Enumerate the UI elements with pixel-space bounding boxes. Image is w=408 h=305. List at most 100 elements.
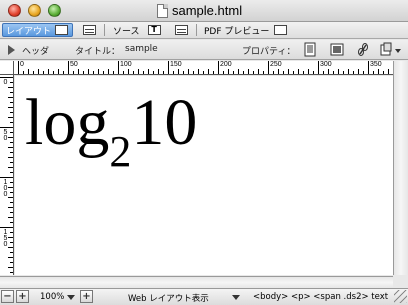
title-bar[interactable]: sample.html — [0, 0, 408, 22]
ruler-label: 200 — [220, 61, 232, 68]
zoom-button[interactable] — [48, 4, 61, 17]
ruler-tick — [203, 71, 204, 74]
ruler-tick — [88, 69, 89, 74]
ruler-tick — [8, 207, 13, 208]
ruler-tick — [163, 71, 164, 74]
link-chain-icon[interactable] — [356, 42, 370, 57]
horizontal-ruler: 0 50 100 150 200 250 300 350 — [14, 61, 408, 75]
ruler-corner — [0, 61, 14, 75]
page-properties-icon[interactable] — [303, 42, 317, 57]
zoom-dropdown-icon[interactable] — [67, 295, 75, 300]
layout-mode-label: レイアウト — [6, 26, 52, 37]
header-label[interactable]: ヘッダ — [22, 44, 49, 57]
ruler-tick — [333, 71, 334, 74]
ruler-tick — [10, 272, 13, 273]
ruler-tick — [318, 61, 319, 74]
properties-label: プロパティ： — [242, 47, 296, 57]
ruler-tick — [198, 69, 199, 74]
ruler-tick — [8, 97, 13, 98]
text-source-icon: T — [147, 25, 161, 35]
source-split-button[interactable] — [172, 23, 191, 37]
formula-subscript: 2 — [109, 127, 132, 176]
media-properties-icon[interactable] — [330, 42, 344, 57]
tag-path[interactable]: <body> <p> <span .ds2> text — [253, 292, 388, 302]
source-mode-tab[interactable]: ソース T — [110, 23, 164, 37]
ruler-tick — [263, 71, 264, 74]
ruler-tick — [33, 71, 34, 74]
ruler-tick — [123, 71, 124, 74]
ruler-tick — [223, 71, 224, 74]
disclosure-triangle-icon[interactable] — [8, 45, 15, 55]
ruler-tick — [0, 227, 13, 228]
ruler-label: 250 — [270, 61, 282, 68]
ruler-tick — [8, 157, 13, 158]
ruler-tick — [208, 69, 209, 74]
resize-grip[interactable] — [394, 290, 407, 303]
ruler-tick — [10, 122, 13, 123]
ruler-tick — [383, 71, 384, 74]
ruler-tick — [0, 77, 13, 78]
pdf-icon — [274, 25, 288, 35]
vertical-ruler: 0 50 100 150 — [0, 75, 14, 275]
ruler-tick — [133, 71, 134, 74]
zoom-out-button[interactable]: − — [1, 290, 14, 303]
ruler-tick — [8, 267, 13, 268]
ruler-tick — [63, 71, 64, 74]
ruler-tick — [193, 71, 194, 74]
ruler-tick — [168, 61, 169, 74]
ruler-tick — [93, 71, 94, 74]
close-button[interactable] — [8, 4, 21, 17]
ruler-tick — [48, 69, 49, 74]
pdf-preview-label: PDF プレビュー — [204, 26, 270, 37]
ruler-tick — [10, 252, 13, 253]
horizontal-scrollbar[interactable] — [0, 276, 393, 288]
ruler-tick — [303, 71, 304, 74]
view-mode-selector[interactable]: Web レイアウト表示 — [128, 292, 209, 304]
minimize-button[interactable] — [28, 4, 41, 17]
layout-mode-tab[interactable]: レイアウト — [2, 23, 73, 37]
ruler-label: 350 — [370, 61, 382, 68]
document-canvas[interactable]: log210 — [15, 76, 393, 275]
ruler-tick — [8, 217, 13, 218]
zoom-value[interactable]: 100% — [40, 292, 64, 302]
ruler-tick — [10, 162, 13, 163]
ruler-tick — [43, 71, 44, 74]
ruler-tick — [148, 69, 149, 74]
ruler-tick — [368, 61, 369, 74]
title-value[interactable]: sample — [125, 44, 158, 54]
split-view-icon — [83, 25, 96, 35]
view-mode-dropdown-icon[interactable] — [232, 295, 240, 300]
ruler-tick — [8, 147, 13, 148]
split-view-button[interactable] — [80, 23, 99, 37]
insert-element-icon[interactable] — [380, 42, 404, 57]
ruler-tick — [188, 69, 189, 74]
vertical-scrollbar[interactable] — [393, 61, 408, 275]
document-icon — [157, 4, 168, 18]
ruler-tick — [278, 69, 279, 74]
ruler-tick — [10, 82, 13, 83]
properties-bar: ヘッダ タイトル： sample プロパティ： — [0, 40, 408, 60]
ruler-tick — [73, 71, 74, 74]
ruler-tick — [83, 71, 84, 74]
ruler-tick — [10, 262, 13, 263]
ruler-tick — [218, 61, 219, 74]
add-zoom-button[interactable]: + — [80, 290, 93, 303]
ruler-label: 100 — [3, 179, 8, 198]
pdf-preview-tab[interactable]: PDF プレビュー — [201, 23, 290, 37]
mode-toolbar: レイアウト ソース T PDF プレビュー — [0, 22, 408, 39]
ruler-tick — [183, 71, 184, 74]
ruler-label: 300 — [320, 61, 332, 68]
formula-text[interactable]: log210 — [25, 88, 197, 177]
ruler-tick — [238, 69, 239, 74]
ruler-tick — [10, 222, 13, 223]
ruler-tick — [288, 69, 289, 74]
ruler-tick — [68, 61, 69, 74]
ruler-tick — [18, 61, 19, 74]
ruler-tick — [10, 232, 13, 233]
ruler-tick — [58, 69, 59, 74]
ruler-tick — [273, 71, 274, 74]
zoom-in-button[interactable]: + — [16, 290, 29, 303]
ruler-tick — [308, 69, 309, 74]
ruler-label: 150 — [170, 61, 182, 68]
ruler-tick — [283, 71, 284, 74]
